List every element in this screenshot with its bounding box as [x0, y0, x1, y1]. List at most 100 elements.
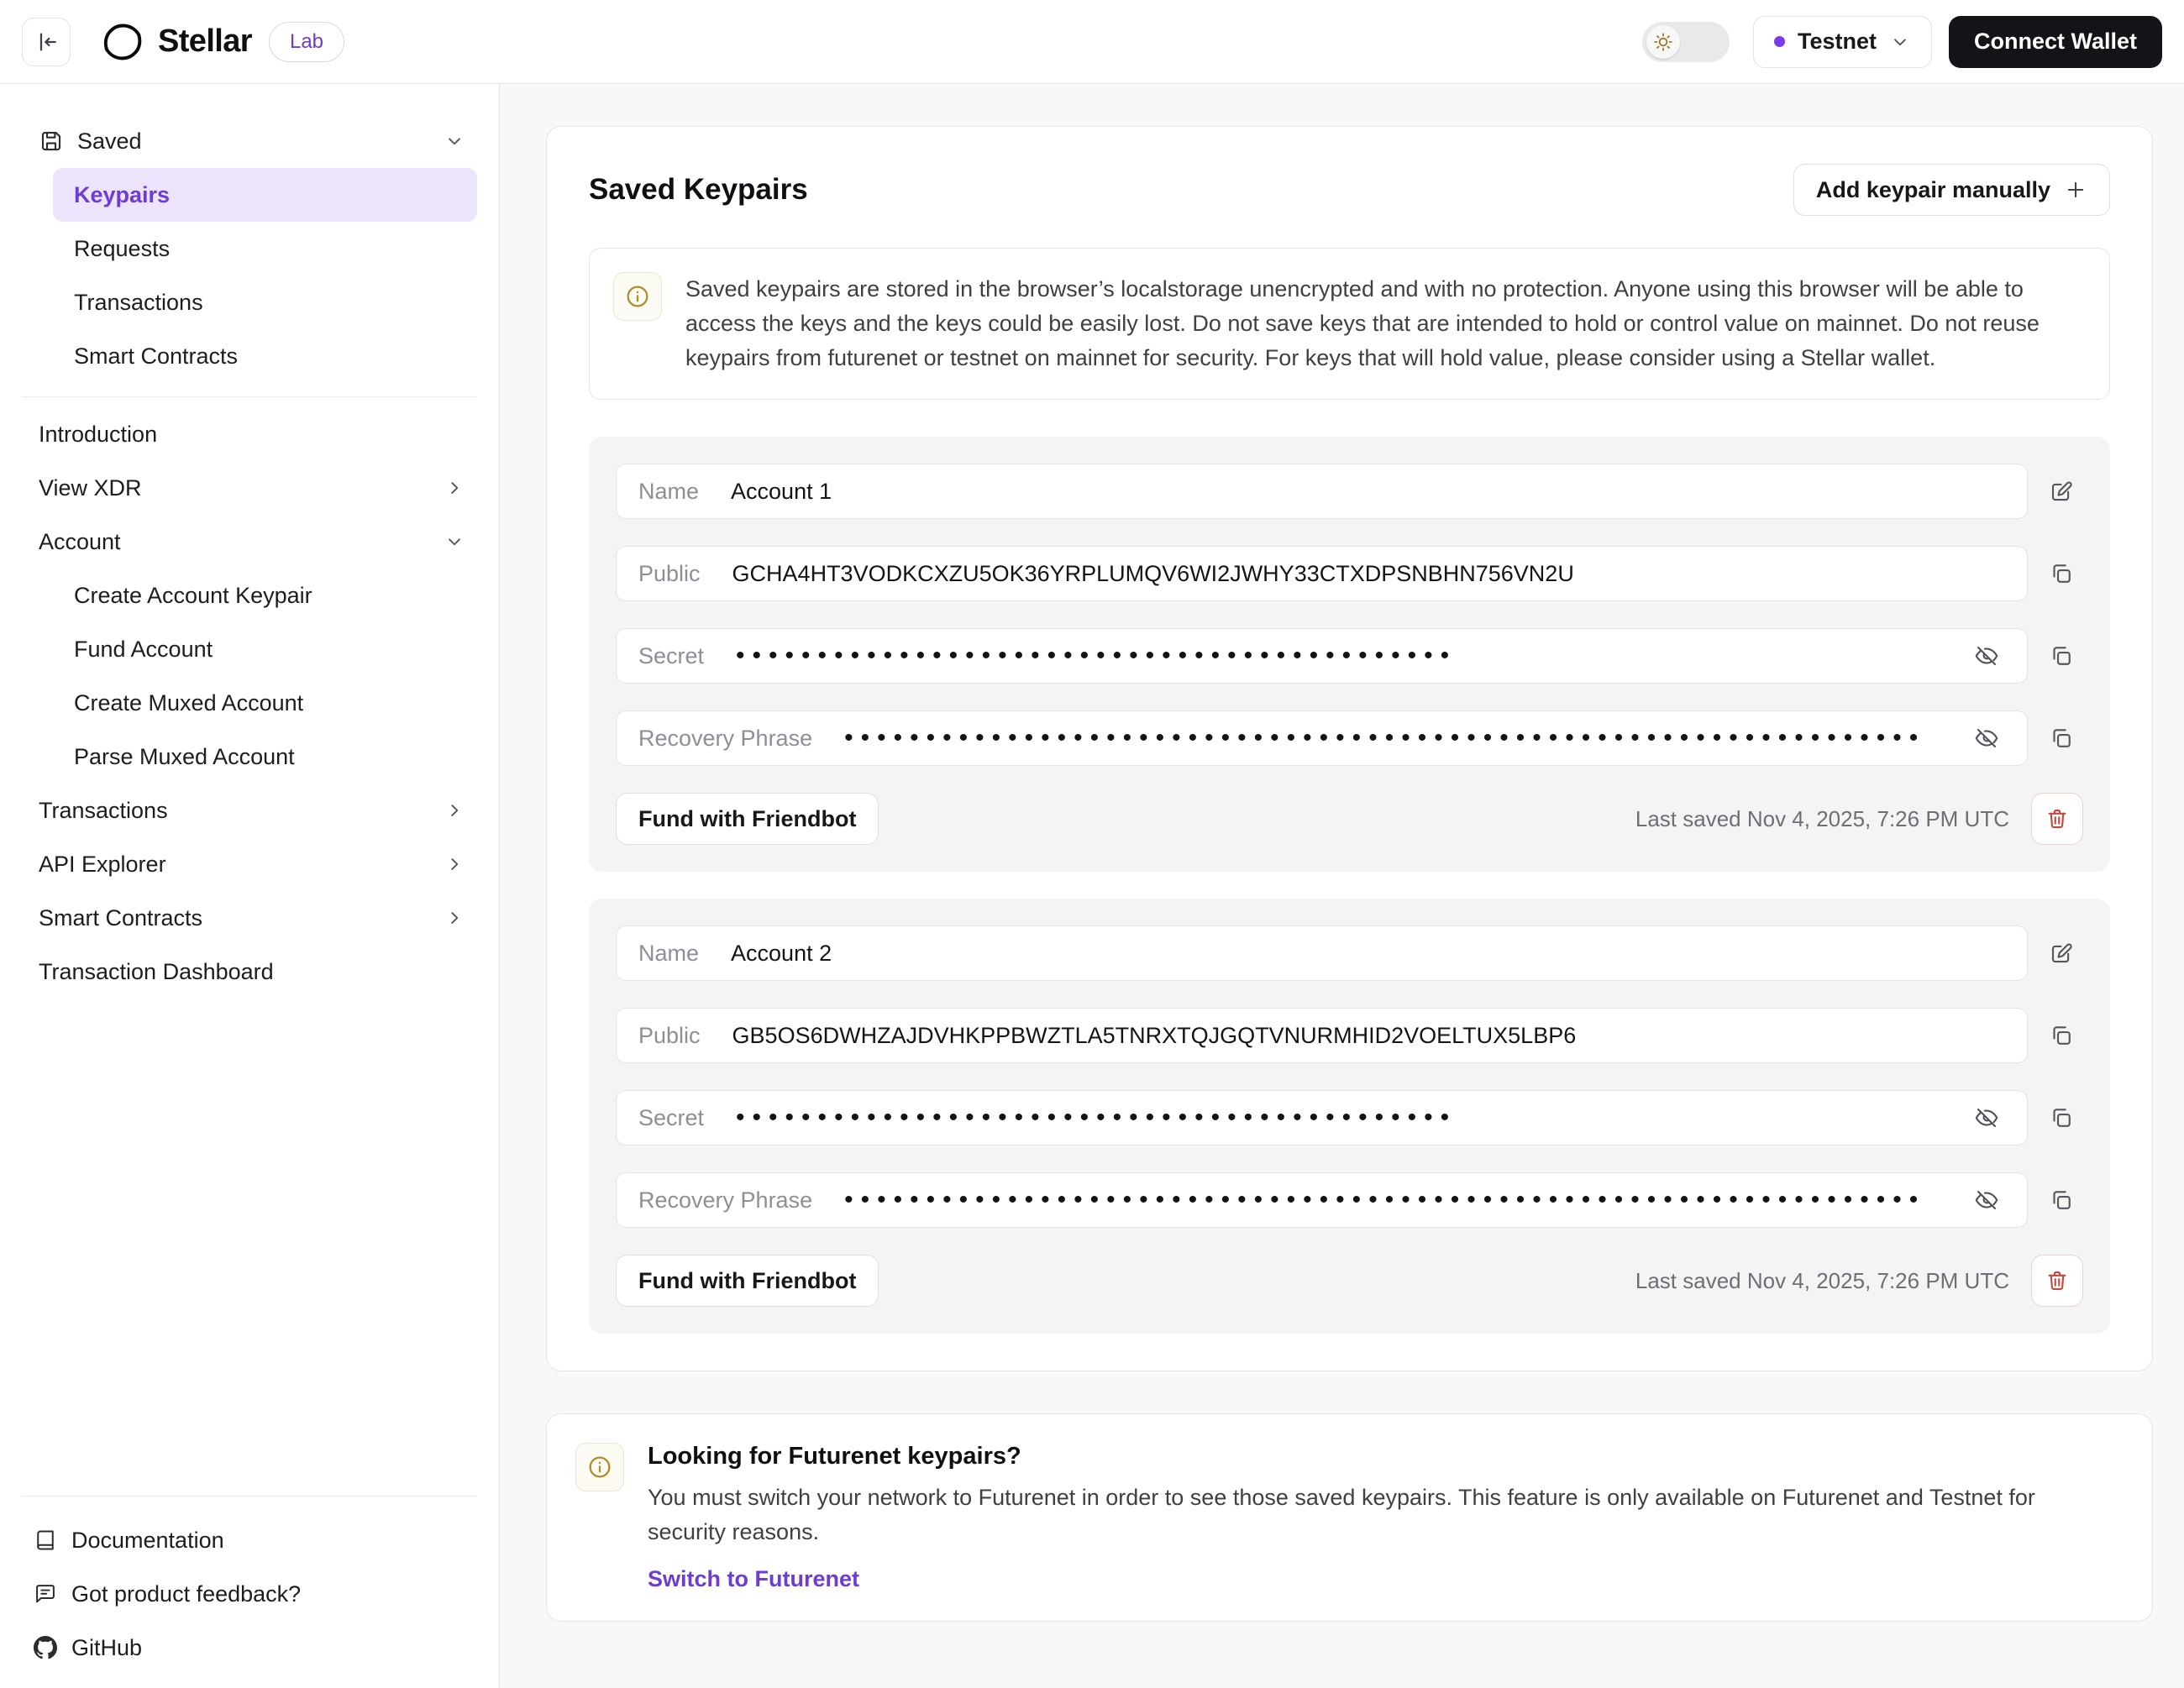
chevron-down-icon — [444, 130, 465, 152]
chevron-right-icon — [444, 853, 465, 875]
public-key-field[interactable]: Public GCHA4HT3VODKCXZU5OK36YRPLUMQV6WI2… — [616, 546, 2028, 601]
public-key-field[interactable]: Public GB5OS6DWHZAJDVHKPPBWZTLA5TNRXTQJG… — [616, 1008, 2028, 1063]
toggle-recovery-visibility-button[interactable] — [1968, 1182, 2005, 1219]
toggle-secret-visibility-button[interactable] — [1968, 637, 2005, 674]
page-title: Saved Keypairs — [589, 173, 808, 207]
sidebar-item-requests[interactable]: Requests — [53, 222, 477, 275]
saved-subnav: Keypairs Requests Transactions Smart Con… — [53, 168, 477, 383]
sidebar-item-saved-smart-contracts[interactable]: Smart Contracts — [53, 329, 477, 383]
sidebar-item-introduction[interactable]: Introduction — [22, 407, 477, 461]
sidebar-item-label: Introduction — [39, 422, 157, 448]
copy-recovery-phrase-button[interactable] — [2040, 1178, 2083, 1222]
name-field[interactable]: Name Account 2 — [616, 925, 2028, 981]
secret-key-mask: ••••••••••••••••••••••••••••••••••••••••… — [736, 643, 1936, 668]
sidebar-item-create-muxed-account[interactable]: Create Muxed Account — [53, 676, 477, 730]
trash-icon — [2045, 1268, 2070, 1293]
futurenet-info-body: Looking for Futurenet keypairs? You must… — [648, 1443, 2076, 1592]
main-content: Saved Keypairs Add keypair manually Save… — [500, 84, 2184, 1688]
secret-key-row: Secret •••••••••••••••••••••••••••••••••… — [616, 1090, 2083, 1145]
switch-to-futurenet-link[interactable]: Switch to Futurenet — [648, 1566, 859, 1592]
secret-key-field[interactable]: Secret •••••••••••••••••••••••••••••••••… — [616, 628, 2028, 684]
sidebar-item-smart-contracts[interactable]: Smart Contracts — [22, 891, 477, 945]
copy-icon — [2049, 1105, 2074, 1130]
sidebar-item-transaction-dashboard[interactable]: Transaction Dashboard — [22, 945, 477, 999]
sidebar-item-api-explorer[interactable]: API Explorer — [22, 837, 477, 891]
sidebar-item-github[interactable]: GitHub — [22, 1621, 477, 1675]
copy-secret-key-button[interactable] — [2040, 1096, 2083, 1140]
chevron-right-icon — [444, 477, 465, 499]
edit-name-button[interactable] — [2040, 469, 2083, 513]
lab-badge: Lab — [269, 22, 344, 62]
footer-item-label: Got product feedback? — [71, 1581, 301, 1607]
copy-icon — [2049, 1187, 2074, 1213]
copy-icon — [2049, 726, 2074, 751]
sidebar-item-keypairs[interactable]: Keypairs — [53, 168, 477, 222]
sidebar-item-create-account-keypair[interactable]: Create Account Keypair — [53, 569, 477, 622]
sidebar-item-feedback[interactable]: Got product feedback? — [22, 1567, 477, 1621]
save-icon — [39, 128, 64, 154]
sidebar-item-view-xdr[interactable]: View XDR — [22, 461, 477, 515]
recovery-phrase-mask: ••••••••••••••••••••••••••••••••••••••••… — [844, 1187, 1936, 1213]
keypair-footer-right: Last saved Nov 4, 2025, 7:26 PM UTC — [1635, 1255, 2083, 1307]
connect-wallet-button[interactable]: Connect Wallet — [1949, 16, 2162, 68]
copy-public-key-button[interactable] — [2040, 1014, 2083, 1057]
info-icon — [624, 283, 651, 310]
futurenet-icon-box — [575, 1443, 624, 1491]
network-label: Testnet — [1798, 29, 1877, 55]
fund-friendbot-button[interactable]: Fund with Friendbot — [616, 1255, 879, 1307]
app-root: Stellar Lab Testnet Connect Wallet Saved… — [0, 0, 2184, 1688]
delete-keypair-button[interactable] — [2031, 1255, 2083, 1307]
chevron-right-icon — [444, 907, 465, 929]
warning-icon-box — [613, 272, 662, 321]
brand-name: Stellar — [158, 24, 252, 60]
github-icon — [34, 1636, 57, 1659]
recovery-phrase-field[interactable]: Recovery Phrase ••••••••••••••••••••••••… — [616, 1172, 2028, 1228]
fund-friendbot-button[interactable]: Fund with Friendbot — [616, 793, 879, 845]
recovery-phrase-mask: ••••••••••••••••••••••••••••••••••••••••… — [844, 726, 1936, 751]
copy-recovery-phrase-button[interactable] — [2040, 716, 2083, 760]
brand[interactable]: Stellar — [101, 20, 252, 64]
chevron-right-icon — [444, 799, 465, 821]
keypair-card: Name Account 1 Public GCHA4HT3VODKCXZU5O… — [589, 437, 2110, 872]
recovery-phrase-row: Recovery Phrase ••••••••••••••••••••••••… — [616, 1172, 2083, 1228]
collapse-sidebar-button[interactable] — [22, 18, 71, 66]
recovery-phrase-field[interactable]: Recovery Phrase ••••••••••••••••••••••••… — [616, 710, 2028, 766]
copy-secret-key-button[interactable] — [2040, 634, 2083, 678]
sidebar-divider — [22, 396, 477, 397]
edit-name-button[interactable] — [2040, 931, 2083, 975]
sidebar-item-transactions[interactable]: Transactions — [22, 784, 477, 837]
sidebar-item-documentation[interactable]: Documentation — [22, 1513, 477, 1567]
sidebar-item-saved-transactions[interactable]: Transactions — [53, 275, 477, 329]
recovery-phrase-row: Recovery Phrase ••••••••••••••••••••••••… — [616, 710, 2083, 766]
sidebar-item-account[interactable]: Account — [22, 515, 477, 569]
warning-text: Saved keypairs are stored in the browser… — [685, 272, 2086, 375]
eye-off-icon — [1974, 1187, 1999, 1213]
account-subnav: Create Account Keypair Fund Account Crea… — [53, 569, 477, 784]
secret-key-field[interactable]: Secret •••••••••••••••••••••••••••••••••… — [616, 1090, 2028, 1145]
sidebar-item-parse-muxed-account[interactable]: Parse Muxed Account — [53, 730, 477, 784]
delete-keypair-button[interactable] — [2031, 793, 2083, 845]
secret-key-label: Secret — [638, 643, 704, 669]
secret-key-row: Secret •••••••••••••••••••••••••••••••••… — [616, 628, 2083, 684]
copy-icon — [2049, 1023, 2074, 1048]
sidebar-item-fund-account[interactable]: Fund Account — [53, 622, 477, 676]
network-selector[interactable]: Testnet — [1753, 16, 1932, 68]
last-saved-text: Last saved Nov 4, 2025, 7:26 PM UTC — [1635, 806, 2009, 832]
eye-off-icon — [1974, 1105, 1999, 1130]
sidebar-item-label: View XDR — [39, 475, 142, 501]
toggle-secret-visibility-button[interactable] — [1968, 1099, 2005, 1136]
name-field[interactable]: Name Account 1 — [616, 464, 2028, 519]
sidebar-item-saved[interactable]: Saved — [22, 114, 477, 168]
sidebar: Saved Keypairs Requests Transactions Sma… — [0, 84, 500, 1688]
plus-icon — [2064, 178, 2087, 202]
theme-toggle[interactable] — [1642, 22, 1730, 62]
add-keypair-button[interactable]: Add keypair manually — [1793, 164, 2110, 216]
edit-icon — [2049, 941, 2074, 966]
trash-icon — [2045, 806, 2070, 831]
copy-public-key-button[interactable] — [2040, 552, 2083, 595]
public-key-label: Public — [638, 1023, 701, 1049]
sidebar-item-label: Transactions — [39, 798, 168, 824]
toggle-recovery-visibility-button[interactable] — [1968, 720, 2005, 757]
sun-icon — [1652, 31, 1674, 53]
name-label: Name — [638, 479, 699, 505]
